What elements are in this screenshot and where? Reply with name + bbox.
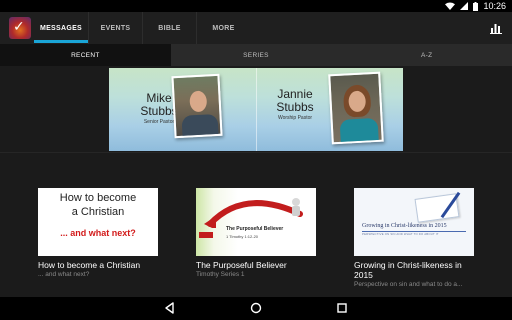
logo-check-icon: ✓ xyxy=(13,19,25,35)
pastor-photo-jannie xyxy=(328,71,384,145)
subtab-a-z[interactable]: A-Z xyxy=(341,44,512,66)
bar-chart-icon[interactable] xyxy=(490,22,502,34)
tab-more[interactable]: MORE xyxy=(196,12,250,44)
pastor-role: Worship Pastor xyxy=(277,115,313,121)
message-subtitle: Perspective on sin and what to do a... xyxy=(354,281,463,288)
subtab-series[interactable]: SERIES xyxy=(171,44,342,66)
curved-arrow-graphic xyxy=(204,198,303,228)
app-bar: ✓ MESSAGES EVENTS BIBLE MORE xyxy=(0,12,512,44)
thumb-text-line1: How to become xyxy=(59,192,137,204)
main-tabs: MESSAGES EVENTS BIBLE MORE xyxy=(34,12,250,44)
wifi-icon xyxy=(445,2,456,10)
status-time: 10:26 xyxy=(483,1,506,11)
app-logo[interactable]: ✓ xyxy=(9,17,31,39)
recent-apps-icon[interactable] xyxy=(335,301,349,315)
pastor-photo-mike xyxy=(171,73,223,139)
banner-area: Mike Stubbs Senior Pastor Jannie Stubbs … xyxy=(0,66,512,152)
pastors-banner[interactable]: Mike Stubbs Senior Pastor Jannie Stubbs … xyxy=(109,68,403,151)
signal-icon xyxy=(460,2,469,10)
message-title: The Purposeful Believer xyxy=(196,260,287,270)
status-bar: 10:26 xyxy=(0,0,512,12)
tab-messages[interactable]: MESSAGES xyxy=(34,12,88,44)
pastor-card-jannie: Jannie Stubbs Worship Pastor xyxy=(264,88,326,122)
thumb-title: The Purposeful Believer xyxy=(226,226,284,232)
message-card[interactable]: The Purposeful Believer 1 Timothy 1:12-2… xyxy=(196,188,316,279)
message-cards: How to become a Christian ... and what n… xyxy=(0,153,512,297)
subtab-recent[interactable]: RECENT xyxy=(0,44,171,66)
message-card[interactable]: How to become a Christian ... and what n… xyxy=(38,188,158,279)
thumb-subtitle: PERSPECTIVE ON SIN AND WHAT TO DO ABOUT … xyxy=(362,232,439,236)
thumb-reference: 1 Timothy 1:12-20 xyxy=(226,234,259,239)
message-subtitle: ... and what next? xyxy=(38,271,90,278)
status-icons: 10:26 xyxy=(445,0,506,12)
message-title: Growing in Christ-likeness in 2015 xyxy=(354,260,462,280)
back-icon[interactable] xyxy=(163,301,177,315)
thumb-text-line3: ... and what next? xyxy=(60,228,136,238)
tab-events[interactable]: EVENTS xyxy=(88,12,142,44)
thumb-title: Growing in Christ-likeness in 2015 xyxy=(362,223,447,229)
battery-icon xyxy=(473,1,479,11)
thumb-text-line2: a Christian xyxy=(71,206,125,218)
tab-bible[interactable]: BIBLE xyxy=(142,12,196,44)
pastor-last-name: Stubbs xyxy=(276,100,314,114)
home-icon[interactable] xyxy=(249,301,263,315)
message-subtitle: Timothy Series 1 xyxy=(196,271,245,278)
message-thumbnail: Growing in Christ-likeness in 2015 PERSP… xyxy=(354,188,474,256)
message-thumbnail: The Purposeful Believer 1 Timothy 1:12-2… xyxy=(196,188,316,256)
message-title: How to become a Christian xyxy=(38,260,141,270)
sub-tabs: RECENT SERIES A-Z xyxy=(0,44,512,66)
navigation-bar xyxy=(0,297,512,320)
message-thumbnail: How to become a Christian ... and what n… xyxy=(38,188,158,256)
message-card[interactable]: Growing in Christ-likeness in 2015 PERSP… xyxy=(354,188,474,289)
thumb-red-bar xyxy=(199,232,213,238)
